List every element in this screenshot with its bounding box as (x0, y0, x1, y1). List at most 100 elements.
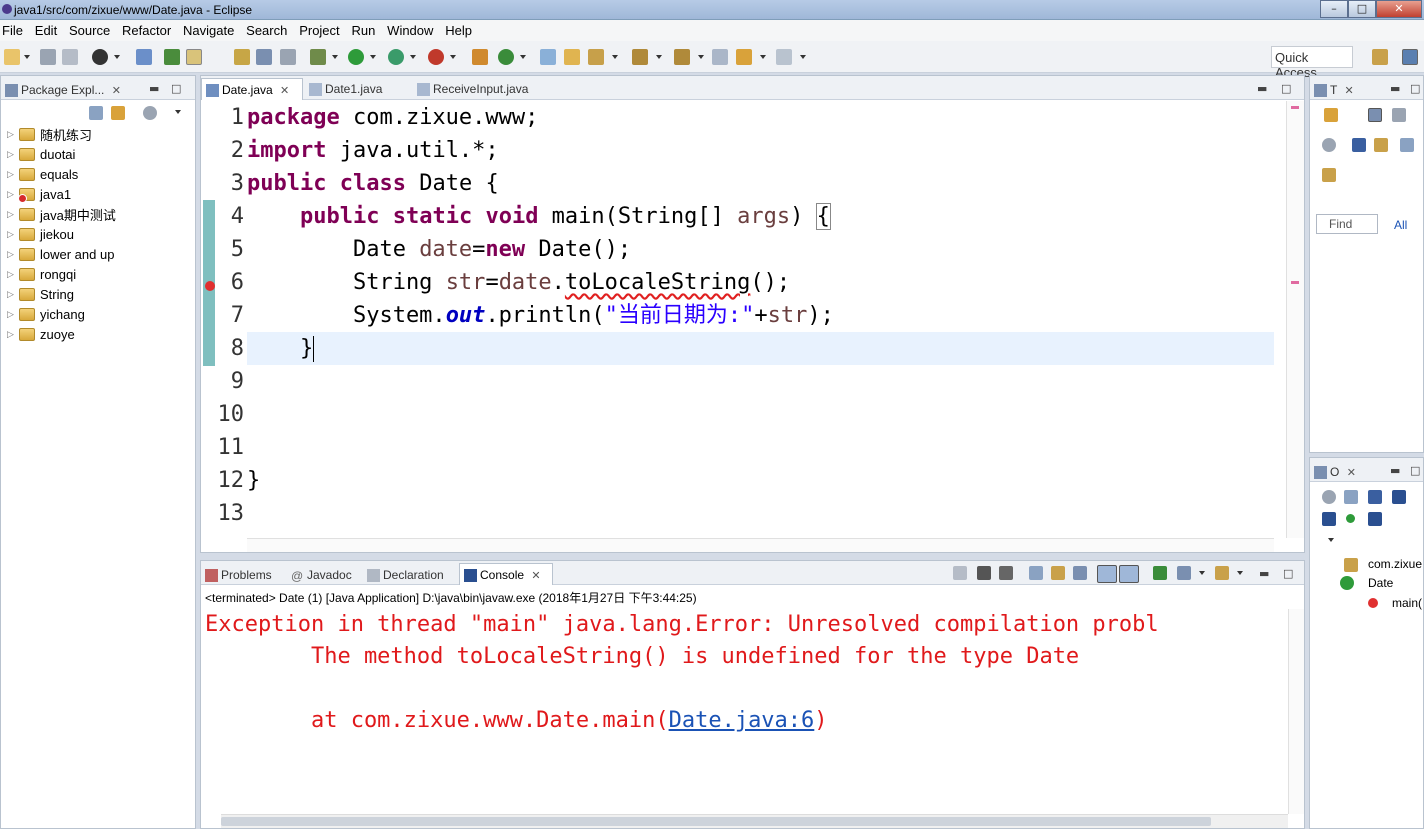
menu-project[interactable]: Project (297, 20, 345, 38)
hide-local-types-icon[interactable] (1368, 512, 1382, 526)
project-tree-item[interactable]: ▷ java1 (7, 184, 116, 204)
link-with-editor-icon[interactable] (111, 106, 125, 120)
tab-javadoc[interactable]: @ Javadoc (287, 564, 352, 586)
expand-icon[interactable]: ▷ (7, 249, 19, 260)
external-tools-icon[interactable] (428, 49, 444, 65)
console-output[interactable]: Exception in thread "main" java.lang.Err… (205, 609, 1284, 737)
display-console-icon[interactable] (1177, 566, 1191, 580)
expand-icon[interactable]: ▷ (7, 329, 19, 340)
project-tree-item[interactable]: ▷ 随机练习 (7, 124, 116, 144)
save-all-icon[interactable] (62, 49, 78, 65)
tab-outline[interactable]: O ✕ (1310, 461, 1356, 483)
scrollbar-thumb[interactable] (221, 817, 1211, 826)
expand-icon[interactable]: ▷ (7, 129, 19, 140)
hide-completed-icon[interactable] (1352, 138, 1366, 152)
project-tree-item[interactable]: ▷ duotai (7, 144, 116, 164)
project-tree-item[interactable]: ▷ java期中测试 (7, 204, 116, 224)
project-tree-item[interactable]: ▷ equals (7, 164, 116, 184)
tab-console[interactable]: Console ✕ (459, 563, 553, 585)
forward-dropdown-icon[interactable] (800, 55, 806, 59)
code-area[interactable]: package com.zixue.www; import java.util.… (247, 101, 1274, 538)
outline-item-class[interactable]: Date (1368, 576, 1393, 590)
new-dropdown-icon[interactable] (24, 55, 30, 59)
open-console-icon[interactable] (1215, 566, 1229, 580)
repository-icon[interactable] (1322, 168, 1336, 182)
show-on-stdout-icon[interactable] (1097, 565, 1117, 583)
debug-dropdown-icon[interactable] (332, 55, 338, 59)
console-vertical-scrollbar[interactable] (1288, 609, 1304, 814)
minimize-icon[interactable]: ▬ (1390, 464, 1400, 477)
open-perspective-icon[interactable] (1372, 49, 1388, 65)
error-overview-mark[interactable] (1291, 281, 1299, 284)
menu-help[interactable]: Help (443, 20, 478, 38)
expand-icon[interactable]: ▷ (7, 149, 19, 160)
tab-receiveinput-java[interactable]: ReceiveInput.java (413, 78, 563, 100)
external-tools-dropdown-icon[interactable] (450, 55, 456, 59)
next-annotation-dropdown-icon[interactable] (656, 55, 662, 59)
synchronize-icon[interactable] (1374, 138, 1388, 152)
clear-console-icon[interactable] (1029, 566, 1043, 580)
search-icon[interactable] (588, 49, 604, 65)
word-wrap-icon[interactable] (1073, 566, 1087, 580)
tab-date-java[interactable]: Date.java ✕ (201, 78, 303, 100)
minimize-icon[interactable]: ▬ (1259, 567, 1269, 580)
show-on-stderr-icon[interactable] (1119, 565, 1139, 583)
scheduled-icon[interactable] (1392, 108, 1406, 122)
package-icon[interactable] (1344, 558, 1358, 572)
search-dropdown-icon[interactable] (612, 55, 618, 59)
tab-date1-java[interactable]: Date1.java (305, 78, 409, 100)
class-icon[interactable] (1340, 576, 1354, 590)
outline-item-method[interactable]: main( (1392, 596, 1422, 610)
new-java-package-icon[interactable] (472, 49, 488, 65)
hide-fields-icon[interactable] (1392, 490, 1406, 504)
expand-icon[interactable]: ▷ (7, 289, 19, 300)
minimize-icon[interactable]: ▬ (149, 82, 159, 95)
block-selection-icon[interactable] (234, 49, 250, 65)
last-edit-location-icon[interactable] (712, 49, 728, 65)
collapse-all-icon[interactable] (1344, 490, 1358, 504)
close-tab-icon[interactable]: ✕ (1347, 467, 1356, 479)
scroll-lock-icon[interactable] (1051, 566, 1065, 580)
project-tree-item[interactable]: ▷ String (7, 284, 116, 304)
editor-horizontal-scrollbar[interactable] (247, 538, 1274, 552)
hide-non-public-icon[interactable] (1346, 514, 1355, 523)
terminate-icon[interactable] (953, 566, 967, 580)
hide-static-icon[interactable] (1322, 512, 1336, 526)
method-error-icon[interactable] (1368, 598, 1378, 608)
collapse-all-icon[interactable] (89, 106, 103, 120)
open-console-dropdown-icon[interactable] (1237, 571, 1243, 575)
back-icon[interactable] (736, 49, 752, 65)
maximize-button[interactable]: □ (1348, 0, 1376, 18)
profile-dropdown-icon[interactable] (114, 55, 120, 59)
debug-icon[interactable] (310, 49, 326, 65)
stack-trace-link[interactable]: Date.java:6 (669, 708, 815, 733)
expand-icon[interactable]: ▷ (7, 169, 19, 180)
remove-launch-icon[interactable] (977, 566, 991, 580)
project-tree-item[interactable]: ▷ rongqi (7, 264, 116, 284)
menu-refactor[interactable]: Refactor (120, 20, 177, 38)
previous-annotation-dropdown-icon[interactable] (698, 55, 704, 59)
word-wrap-icon[interactable] (256, 49, 272, 65)
maximize-icon[interactable]: □ (171, 82, 181, 95)
outline-item-package[interactable]: com.zixue (1368, 557, 1422, 571)
focus-icon[interactable] (143, 106, 157, 120)
menu-source[interactable]: Source (67, 20, 116, 38)
project-tree-item[interactable]: ▷ lower and up (7, 244, 116, 264)
coverage-dropdown-icon[interactable] (410, 55, 416, 59)
expand-icon[interactable]: ▷ (7, 229, 19, 240)
focus-icon[interactable] (1322, 490, 1336, 504)
menu-file[interactable]: File (0, 20, 29, 38)
menu-run[interactable]: Run (349, 20, 381, 38)
display-console-dropdown-icon[interactable] (1199, 571, 1205, 575)
skip-breakpoints-icon[interactable] (136, 49, 152, 65)
expand-icon[interactable]: ▷ (7, 209, 19, 220)
project-tree-item[interactable]: ▷ yichang (7, 304, 116, 324)
sort-icon[interactable] (1368, 490, 1382, 504)
close-tab-icon[interactable]: ✕ (531, 570, 540, 582)
editor-vertical-scrollbar[interactable] (1286, 101, 1304, 538)
maximize-icon[interactable]: □ (1410, 464, 1420, 477)
maximize-icon[interactable]: □ (1283, 567, 1293, 580)
expand-icon[interactable]: ▷ (7, 269, 19, 280)
minimize-button[interactable]: – (1320, 0, 1348, 18)
new-class-dropdown-icon[interactable] (520, 55, 526, 59)
